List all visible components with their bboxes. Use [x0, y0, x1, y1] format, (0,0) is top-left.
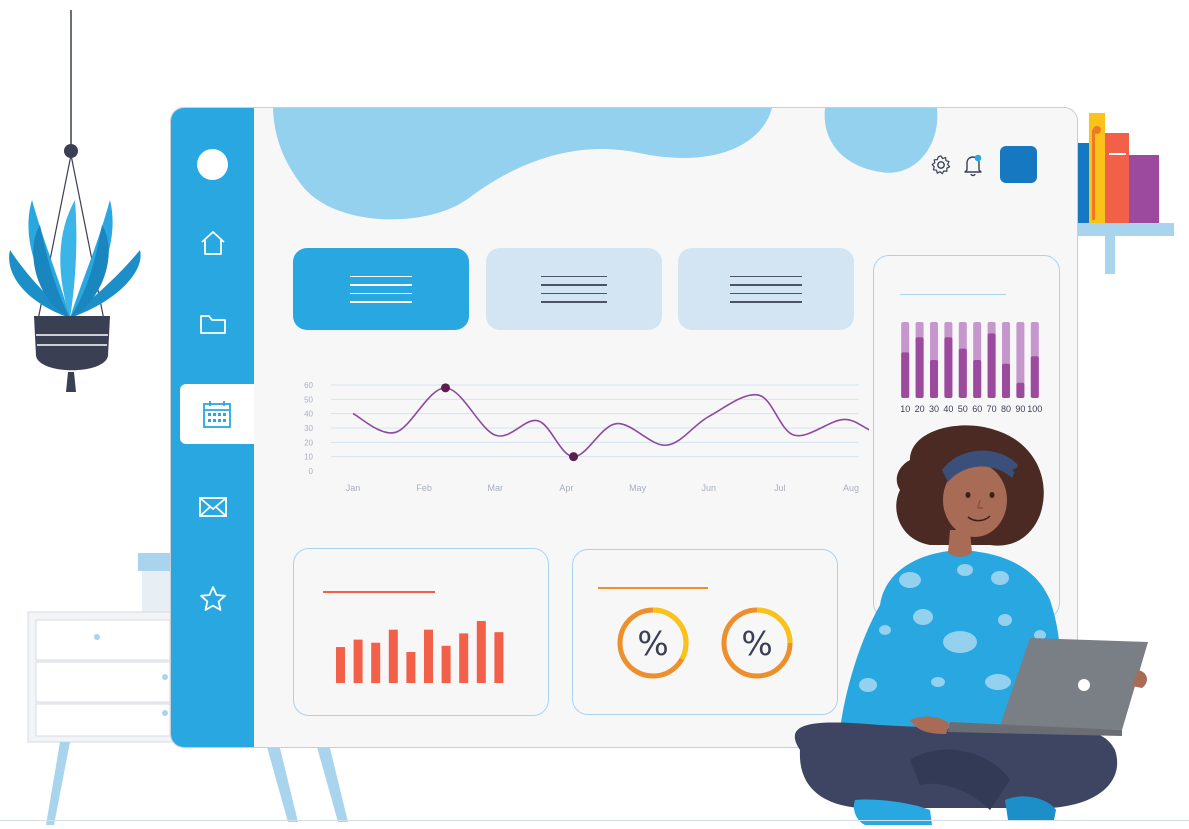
x-tick-label: 100 [1027, 404, 1042, 414]
stacked-bar-value [973, 360, 982, 398]
x-tick-label: 80 [1001, 404, 1011, 414]
bar [336, 647, 345, 683]
sidebar-item-folder[interactable] [171, 294, 254, 354]
sidebar-item-mail[interactable] [171, 477, 254, 537]
sidebar-avatar[interactable] [197, 149, 228, 180]
bar [388, 629, 398, 683]
side-table-illustration [27, 553, 179, 825]
x-tick-label: Mar [488, 483, 504, 493]
card-text-line [730, 275, 802, 277]
x-tick-label: Apr [559, 483, 573, 493]
x-tick-label: 70 [987, 404, 997, 414]
x-tick-label: 40 [943, 404, 953, 414]
stat-card-3[interactable] [678, 248, 854, 330]
card-text-line [350, 284, 412, 286]
y-tick-label: 40 [304, 410, 313, 419]
folder-icon [199, 315, 226, 334]
sidebar-item-home[interactable] [171, 213, 254, 273]
card-text-line [730, 301, 802, 303]
donut-percent-symbol-1: % [637, 623, 669, 663]
line-marker [569, 452, 579, 462]
x-tick-label: Jun [701, 483, 716, 493]
bar-chart [336, 621, 504, 683]
card-text-line [541, 301, 607, 303]
bell-icon[interactable] [963, 152, 985, 178]
decorative-blob-large [273, 108, 772, 220]
panel-title-line [598, 587, 708, 589]
donut-widget-1[interactable]: % [616, 606, 690, 680]
stacked-bar-chart: 10 20 30 40 50 60 70 80 90 100 [900, 322, 1042, 414]
y-tick-label: 20 [304, 438, 313, 447]
decorative-blob-small [824, 108, 938, 173]
stacked-bar-value [1016, 382, 1025, 398]
x-tick-label: 60 [972, 404, 982, 414]
card-text-line [350, 275, 412, 277]
bar [353, 639, 363, 683]
panel-title-line [323, 591, 435, 593]
floor-line [0, 820, 1189, 821]
card-text-line [730, 284, 802, 286]
stat-card-1[interactable] [293, 248, 469, 330]
y-tick-label: 50 [304, 395, 313, 404]
x-tick-label: 20 [915, 404, 925, 414]
stat-card-2[interactable] [486, 248, 662, 330]
stacked-bar-value [901, 352, 910, 398]
card-text-line [350, 292, 412, 294]
x-tick-label: Jan [346, 483, 361, 493]
bar-chart-panel [293, 548, 549, 716]
home-icon [200, 231, 225, 255]
stacked-bar-value [1030, 356, 1039, 398]
card-text-line [541, 275, 607, 277]
hanging-plant-illustration [9, 10, 141, 392]
table-legs-illustration [265, 740, 348, 822]
stacked-bar-value [987, 333, 996, 398]
bar [406, 652, 416, 683]
x-tick-label: 50 [958, 404, 968, 414]
bar [424, 629, 433, 683]
x-tick-label: Feb [416, 483, 432, 493]
gear-icon[interactable] [930, 154, 952, 176]
mail-icon [198, 497, 227, 517]
card-text-line [541, 292, 607, 294]
card-text-line [730, 292, 802, 294]
stacked-bar-value [915, 337, 924, 398]
card-text-line [350, 301, 412, 303]
y-tick-label: 60 [304, 381, 313, 390]
x-tick-label: 90 [1015, 404, 1025, 414]
profile-button[interactable] [1000, 146, 1037, 183]
stacked-bar-value [930, 360, 938, 398]
y-tick-label: 30 [304, 424, 313, 433]
sidebar [171, 108, 254, 747]
bar [494, 632, 504, 683]
y-tick-label: 0 [309, 467, 314, 476]
calendar-icon [203, 401, 231, 428]
x-tick-label: 30 [929, 404, 939, 414]
sidebar-item-calendar[interactable] [180, 384, 254, 444]
x-tick-label: 10 [900, 404, 910, 414]
star-icon [199, 586, 226, 611]
bar [459, 633, 469, 683]
bookshelf-illustration [1070, 113, 1174, 274]
line-marker [440, 383, 450, 393]
person-with-laptop-illustration [794, 425, 1148, 825]
card-text-line [541, 284, 607, 286]
x-tick-label: May [629, 483, 647, 493]
sidebar-item-star[interactable] [171, 569, 254, 629]
bar [476, 621, 486, 683]
panel-title-line [900, 294, 1006, 295]
y-tick-label: 10 [304, 453, 313, 462]
stacked-bar-value [958, 348, 967, 398]
bar [371, 642, 381, 683]
bar [441, 645, 451, 683]
stacked-bar-value [944, 337, 953, 398]
stacked-bar-value [1002, 363, 1010, 398]
